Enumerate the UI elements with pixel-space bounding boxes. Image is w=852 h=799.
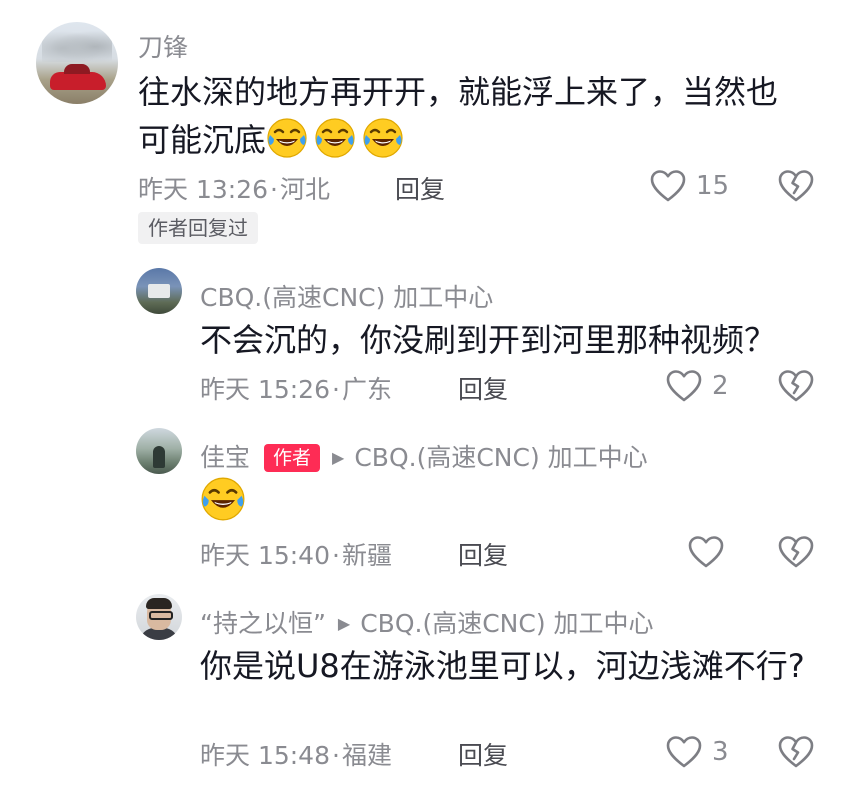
reply-button[interactable]: 回复 xyxy=(395,170,445,206)
like-button[interactable]: 15 xyxy=(650,166,729,206)
like-button[interactable]: 3 xyxy=(666,732,729,772)
reply-header: 佳宝 作者 ▶ CBQ.(高速CNC) 加工中心 xyxy=(200,438,648,474)
reply-meta: 昨天 15:48·福建 xyxy=(200,736,392,772)
reply-location: 新疆 xyxy=(341,541,392,570)
broken-heart-icon[interactable] xyxy=(778,734,814,770)
reply-item: CBQ.(高速CNC) 加工中心 不会沉的，你没刷到开到河里那种视频？ 昨天 1… xyxy=(0,250,852,410)
reply-location: 福建 xyxy=(341,741,392,770)
avatar[interactable] xyxy=(36,22,118,104)
comment-location: 河北 xyxy=(279,175,330,204)
heart-icon xyxy=(666,369,702,403)
comment-main: 刀锋 往水深的地方再开开，就能浮上来了，当然也可能沉底 昨天 13:26·河北 … xyxy=(0,0,852,250)
reply-text: 你是说U8在游泳池里可以，河边浅滩不行? xyxy=(200,647,805,685)
reply-author[interactable]: 佳宝 xyxy=(200,443,250,472)
laugh-cry-emoji xyxy=(200,476,246,522)
reply-author[interactable]: “持之以恒” xyxy=(200,609,326,638)
comment-thread: 刀锋 往水深的地方再开开，就能浮上来了，当然也可能沉底 昨天 13:26·河北 … xyxy=(0,0,852,799)
reply-button[interactable]: 回复 xyxy=(458,370,508,406)
reply-time: 昨天 15:48 xyxy=(200,741,330,770)
comment-text-content: 往水深的地方再开开，就能浮上来了，当然也可能沉底 xyxy=(138,73,779,159)
reply-arrow-icon: ▶ xyxy=(332,448,345,467)
author-badge: 作者 xyxy=(264,444,321,472)
avatar[interactable] xyxy=(136,268,182,314)
reply-text: 不会沉的，你没刷到开到河里那种视频？ xyxy=(200,321,777,359)
broken-heart-icon[interactable] xyxy=(778,368,814,404)
heart-icon xyxy=(666,735,702,769)
reply-item: “持之以恒” ▶ CBQ.(高速CNC) 加工中心 你是说U8在游泳池里可以，河边浅… xyxy=(0,580,852,799)
heart-icon xyxy=(650,169,686,203)
reply-arrow-icon: ▶ xyxy=(337,614,351,633)
reply-button[interactable]: 回复 xyxy=(458,736,508,772)
comment-time: 昨天 13:26 xyxy=(138,175,268,204)
reply-time: 昨天 15:40 xyxy=(200,541,330,570)
separator: · xyxy=(332,375,340,404)
separator: · xyxy=(332,541,340,570)
separator: · xyxy=(332,741,340,770)
like-count: 15 xyxy=(696,171,730,201)
reply-time: 昨天 15:26 xyxy=(200,375,330,404)
reply-location: 广东 xyxy=(341,375,392,404)
avatar[interactable] xyxy=(136,428,182,474)
reply-meta: 昨天 15:40·新疆 xyxy=(200,536,392,572)
heart-icon xyxy=(688,535,724,569)
reply-meta: 昨天 15:26·广东 xyxy=(200,370,392,406)
reply-to-name[interactable]: CBQ.(高速CNC) 加工中心 xyxy=(360,609,653,638)
like-count: 2 xyxy=(712,371,729,401)
reply-text xyxy=(200,476,252,527)
avatar[interactable] xyxy=(136,594,182,640)
like-button[interactable] xyxy=(688,532,734,572)
like-count: 3 xyxy=(712,737,729,767)
laugh-cry-emoji xyxy=(266,117,308,159)
reply-item: 佳宝 作者 ▶ CBQ.(高速CNC) 加工中心 昨天 15:40·新疆 回复 xyxy=(0,410,852,580)
broken-heart-icon[interactable] xyxy=(778,168,814,204)
reply-author[interactable]: CBQ.(高速CNC) 加工中心 xyxy=(200,278,493,314)
broken-heart-icon[interactable] xyxy=(778,534,814,570)
laugh-cry-emoji xyxy=(314,117,356,159)
comment-author[interactable]: 刀锋 xyxy=(138,28,188,64)
reply-button[interactable]: 回复 xyxy=(458,536,508,572)
like-button[interactable]: 2 xyxy=(666,366,729,406)
comment-meta: 昨天 13:26·河北 xyxy=(138,170,330,206)
reply-to-name[interactable]: CBQ.(高速CNC) 加工中心 xyxy=(354,443,647,472)
reply-header: “持之以恒” ▶ CBQ.(高速CNC) 加工中心 xyxy=(200,604,654,640)
separator: · xyxy=(270,175,278,204)
comment-text: 往水深的地方再开开，就能浮上来了，当然也可能沉底 xyxy=(138,68,798,164)
author-replied-badge: 作者回复过 xyxy=(138,212,258,244)
laugh-cry-emoji xyxy=(362,117,404,159)
